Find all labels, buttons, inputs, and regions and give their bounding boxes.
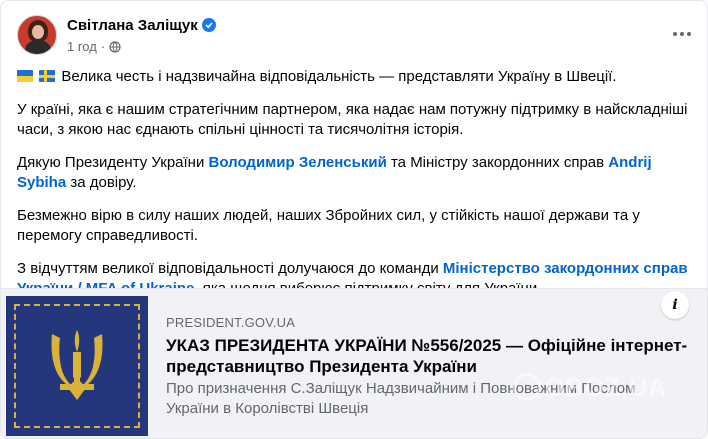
link-preview-image[interactable] <box>6 296 148 436</box>
sweden-flag-icon <box>39 70 56 82</box>
link-domain: PRESIDENT.GOV.UA <box>166 315 296 330</box>
paragraph-1-text: Велика честь і надзвичайна відповідальні… <box>61 68 617 85</box>
watermark-logo-icon <box>513 373 541 401</box>
post-header: Світлана Заліщук 1 год · <box>17 13 693 55</box>
watermark-text: OBOZ.UA <box>545 374 668 402</box>
paragraph-5-text-a: З відчуттям великої відповідальності дол… <box>17 260 443 277</box>
trident-emblem-icon <box>51 330 103 400</box>
post-meta: 1 год · <box>67 39 121 56</box>
paragraph-3-text-a: Дякую Президенту України <box>17 154 209 171</box>
author-avatar[interactable] <box>17 15 57 55</box>
paragraph-4: Безмежно вірю в силу наших людей, наших … <box>17 207 640 244</box>
paragraph-2: У країні, яка є нашим стратегічним партн… <box>17 101 688 138</box>
more-options-icon[interactable] <box>667 19 697 49</box>
globe-icon[interactable] <box>109 41 121 56</box>
avatar-face <box>32 25 44 39</box>
watermark: OBOZ.UA <box>513 373 667 403</box>
ukraine-flag-icon <box>17 70 33 82</box>
post-time[interactable]: 1 год <box>67 39 97 54</box>
link-title[interactable]: УКАЗ ПРЕЗИДЕНТА УКРАЇНИ №556/2025 — Офіц… <box>166 335 696 377</box>
avatar-body <box>25 40 51 54</box>
paragraph-3-text-c: за довіру. <box>66 174 137 191</box>
paragraph-1: Велика честь і надзвичайна відповідальні… <box>17 67 693 87</box>
verified-badge-icon <box>201 18 216 32</box>
facebook-post: Світлана Заліщук 1 год · Велика честь і н… <box>0 0 708 439</box>
info-icon[interactable]: i <box>661 291 689 319</box>
meta-separator: · <box>100 39 106 54</box>
author-name[interactable]: Світлана Заліщук <box>67 17 198 34</box>
link-preview-card[interactable]: PRESIDENT.GOV.UA УКАЗ ПРЕЗИДЕНТА УКРАЇНИ… <box>1 288 707 438</box>
mention-zelensky[interactable]: Володимир Зеленський <box>209 154 387 171</box>
paragraph-3-text-b: та Міністру закордонних справ <box>386 154 609 171</box>
post-text: Велика честь і надзвичайна відповідальні… <box>17 67 693 312</box>
author-name-row: Світлана Заліщук <box>67 17 216 34</box>
paragraph-3: Дякую Президенту України Володимир Зелен… <box>17 153 693 193</box>
